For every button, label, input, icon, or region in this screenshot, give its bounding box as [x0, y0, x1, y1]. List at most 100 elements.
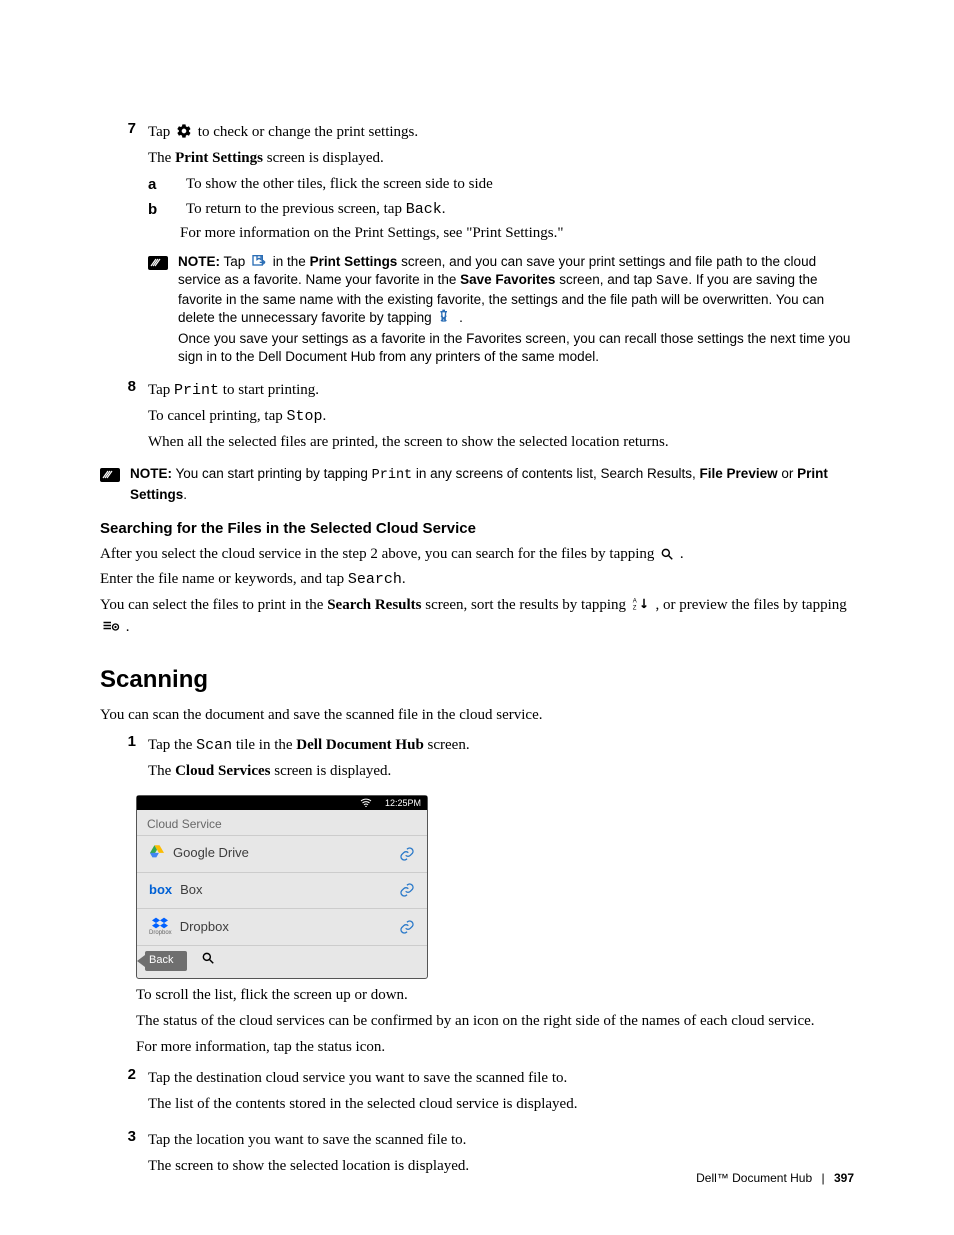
text: The list of the contents stored in the s… [148, 1094, 854, 1116]
text: screen. [424, 737, 470, 753]
search-icon [201, 950, 215, 972]
scan-step-2: 2 Tap the destination cloud service you … [100, 1064, 854, 1120]
text-bold: File Preview [700, 466, 778, 481]
device-row-label: Dropbox [180, 918, 229, 937]
text: You can start printing by tapping [172, 466, 372, 481]
text: to start printing. [219, 382, 319, 398]
heading-scanning: Scanning [100, 663, 854, 698]
step8-line1: Tap Print to start printing. [148, 380, 854, 402]
text-mono: Stop [287, 408, 323, 425]
text-mono: Print [174, 382, 219, 399]
text: After you select the cloud service in th… [100, 546, 658, 562]
substep-b-followup: For more information on the Print Settin… [180, 223, 854, 245]
text: Tap [148, 382, 174, 398]
note-icon [100, 466, 122, 484]
text: To scroll the list, flick the screen up … [136, 985, 854, 1007]
text: Tap the [148, 737, 196, 753]
text: in any screens of contents list, Search … [412, 466, 699, 481]
text: screen is displayed. [271, 763, 392, 779]
step-number: 8 [100, 376, 148, 398]
back-label: Back [149, 953, 173, 969]
device-row-gdrive: Google Drive [137, 835, 427, 872]
step-body: Tap the destination cloud service you wa… [148, 1064, 854, 1120]
scan-step-1: 1 Tap the Scan tile in the Dell Document… [100, 731, 854, 787]
text-mono: Search [348, 571, 402, 588]
preview-icon [102, 620, 120, 634]
text: to check or change the print settings. [198, 124, 418, 140]
text: The status of the cloud services can be … [136, 1011, 854, 1033]
text: or [778, 466, 798, 481]
note-body: NOTE: Tap in the Print Settings screen, … [178, 253, 854, 366]
step7-line1: Tap to check or change the print setting… [148, 122, 854, 144]
delete-favorite-icon [437, 309, 453, 325]
text: . [183, 487, 187, 502]
footer-title: Dell™ Document Hub [696, 1171, 812, 1185]
step-body: Tap the Scan tile in the Dell Document H… [148, 731, 854, 787]
text: screen, and tap [555, 272, 656, 287]
text-mono: Save [656, 274, 688, 289]
step-number: 3 [100, 1126, 148, 1148]
subheading-searching: Searching for the Files in the Selected … [100, 518, 854, 540]
step8-line3: When all the selected files are printed,… [148, 432, 854, 454]
page-number: 397 [834, 1171, 854, 1185]
dropbox-icon: Dropbox [149, 917, 172, 938]
device-row-box: box Box [137, 872, 427, 908]
dropbox-sublabel: Dropbox [149, 929, 172, 938]
step-8: 8 Tap Print to start printing. To cancel… [100, 376, 854, 457]
step-number: 7 [100, 118, 148, 140]
device-row-label: Google Drive [173, 844, 249, 863]
text: . [126, 619, 130, 635]
step8-line2: To cancel printing, tap Stop. [148, 406, 854, 428]
step7-line2: The Print Settings screen is displayed. [148, 148, 854, 170]
text: You can select the files to print in the [100, 597, 327, 613]
text: . [402, 571, 406, 587]
text-bold: Search Results [327, 597, 421, 613]
link-icon [399, 919, 415, 935]
step-number: 2 [100, 1064, 148, 1086]
text: To return to the previous screen, tap [186, 201, 406, 217]
note-icon [148, 254, 170, 272]
wifi-icon [360, 798, 375, 808]
text: For more information, tap the status ico… [136, 1037, 854, 1059]
step-body: Tap Print to start printing. To cancel p… [148, 376, 854, 457]
search-p1: After you select the cloud service in th… [100, 544, 854, 566]
search-icon [660, 547, 674, 561]
scan1-line2: The Cloud Services screen is displayed. [148, 761, 854, 783]
text: tile in the [232, 737, 296, 753]
device-status-bar: 12:25PM [137, 796, 427, 810]
substep-letter: a [148, 174, 186, 196]
text: Tap the destination cloud service you wa… [148, 1068, 854, 1090]
note-1: NOTE: Tap in the Print Settings screen, … [148, 253, 854, 366]
scanning-intro: You can scan the document and save the s… [100, 705, 854, 727]
step-number: 1 [100, 731, 148, 753]
link-icon [399, 882, 415, 898]
gear-icon [176, 123, 192, 139]
text-mono: Print [372, 468, 413, 483]
page: 7 Tap to check or change the print setti… [0, 0, 954, 1235]
note-2: NOTE: You can start printing by tapping … [100, 465, 854, 503]
device-title: Cloud Service [137, 810, 427, 835]
device-screenshot: 12:25PM Cloud Service Google Drive box B… [136, 795, 428, 980]
box-icon: box [149, 881, 172, 900]
text: . [455, 310, 463, 325]
text: . [323, 408, 327, 424]
note-trail: Once you save your settings as a favorit… [178, 330, 854, 366]
text-bold: Dell Document Hub [296, 737, 424, 753]
text-bold: Cloud Services [175, 763, 270, 779]
device-footer: Back [137, 945, 427, 978]
step-body: Tap to check or change the print setting… [148, 118, 854, 366]
page-footer: Dell™ Document Hub | 397 [696, 1170, 854, 1187]
link-icon [399, 846, 415, 862]
note-body: NOTE: You can start printing by tapping … [130, 465, 854, 503]
save-favorite-icon [251, 253, 267, 269]
sort-az-icon: AZ [632, 596, 650, 612]
text-bold: Print Settings [310, 254, 398, 269]
text-mono: Scan [196, 737, 232, 754]
device-row-dropbox: Dropbox Dropbox [137, 908, 427, 946]
text: screen is displayed. [263, 150, 384, 166]
device-row-label: Box [180, 881, 202, 900]
text: , or preview the files by tapping [656, 597, 847, 613]
scan1-line1: Tap the Scan tile in the Dell Document H… [148, 735, 854, 757]
text: . [680, 546, 684, 562]
substep-text: To return to the previous screen, tap Ba… [186, 199, 445, 221]
